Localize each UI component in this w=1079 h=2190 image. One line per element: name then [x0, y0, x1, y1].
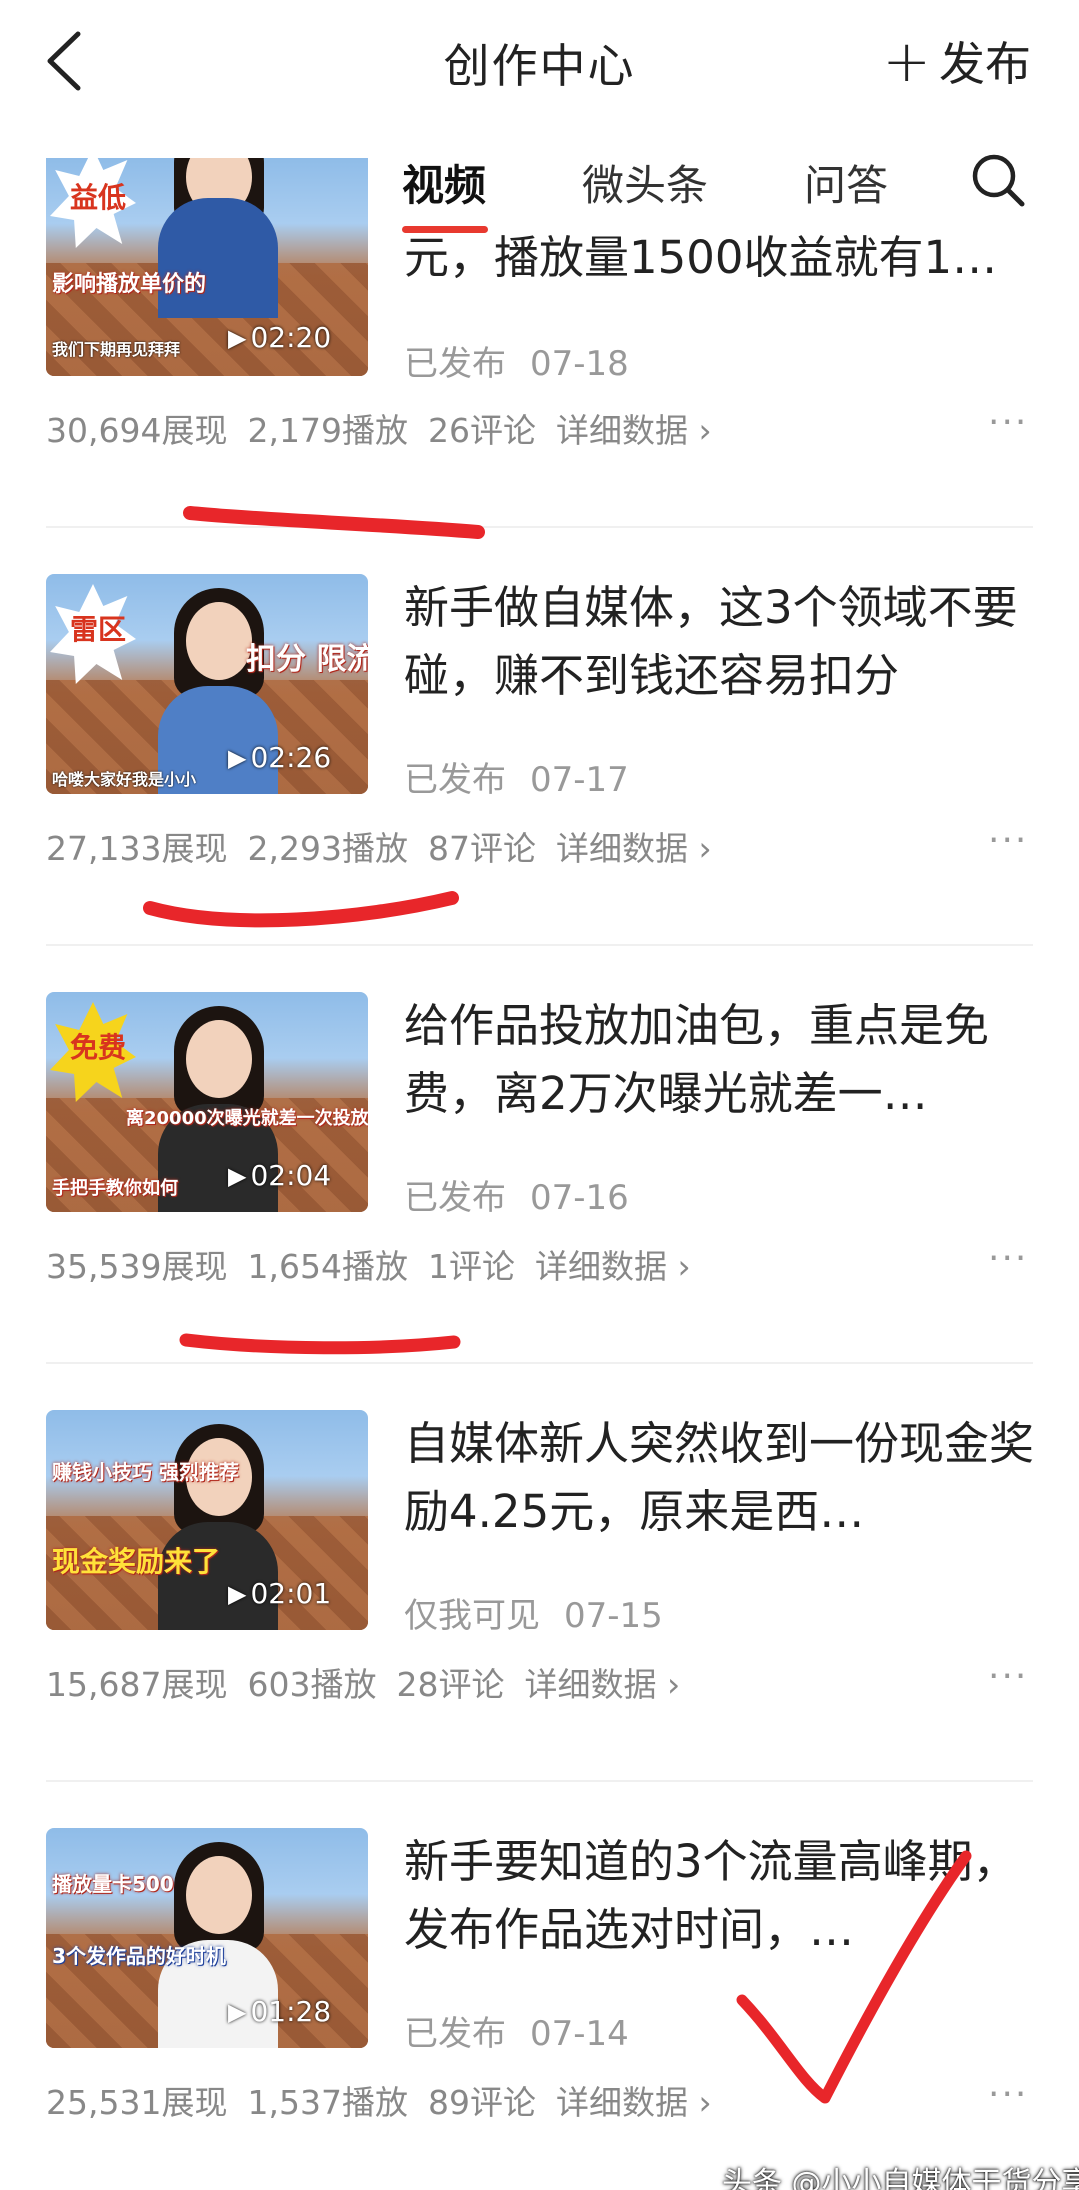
publish-label: 发布 [939, 37, 1031, 91]
impressions: 27,133展现 [46, 829, 228, 868]
more-dots-icon[interactable]: ··· [988, 820, 1028, 861]
video-thumbnail[interactable]: 免费 离20000次曝光就差一次投放 手把手教你如何 ▶ 02:04 [46, 992, 368, 1212]
plays: 2,293播放 [247, 829, 408, 868]
thumbnail-badge: 益低 [70, 181, 127, 214]
comments: 89评论 [427, 2083, 536, 2122]
publish-status: 已发布 [404, 1178, 506, 1218]
play-icon: ▶ [228, 1161, 247, 1190]
video-stats: 15,687展现 603播放 28评论 详细数据 › [46, 1658, 700, 1706]
search-icon[interactable] [970, 152, 1026, 208]
video-meta: 已发布 07-18 [404, 336, 629, 385]
detail-data-link[interactable]: 详细数据 › [556, 829, 712, 868]
divider [46, 1362, 1033, 1364]
thumbnail-subtitle: 我们下期再见拜拜 [52, 340, 181, 359]
red-underline-mark [143, 891, 459, 928]
play-icon: ▶ [228, 743, 247, 772]
thumbnail-caption: 扣分 限流 [246, 642, 368, 677]
thumbnail-badge: 免费 [70, 1031, 127, 1064]
video-stats: 27,133展现 2,293播放 87评论 详细数据 › [46, 822, 732, 870]
video-stats: 25,531展现 1,537播放 89评论 详细数据 › [46, 2076, 732, 2124]
detail-data-link[interactable]: 详细数据 › [524, 1665, 680, 1704]
comments: 28评论 [396, 1665, 505, 1704]
video-title[interactable]: 给作品投放加油包，重点是免费，离2万次曝光就差一… [404, 992, 1034, 1128]
thumbnail-subtitle: 3个发作品的好时机 [52, 1944, 226, 1968]
video-title[interactable]: 元，播放量1500收益就有1… [404, 224, 1034, 292]
video-title[interactable]: 新手做自媒体，这3个领域不要碰，赚不到钱还容易扣分 [404, 574, 1034, 710]
more-dots-icon[interactable]: ··· [988, 402, 1028, 443]
watermark: 头条 @小小自媒体干货分享 [722, 2166, 1079, 2190]
comments: 1评论 [427, 1247, 515, 1286]
plays: 1,537播放 [247, 2083, 408, 2122]
impressions: 25,531展现 [46, 2083, 228, 2122]
thumbnail-caption: 离20000次曝光就差一次投放 [126, 1108, 368, 1129]
video-thumbnail[interactable]: 雷区 扣分 限流 哈喽大家好我是小小 ▶ 02:26 [46, 574, 368, 794]
comments: 26评论 [427, 411, 536, 450]
impressions: 30,694展现 [46, 411, 228, 450]
video-duration: ▶ 02:26 [228, 741, 332, 774]
impressions: 35,539展现 [46, 1247, 228, 1286]
video-stats: 30,694展现 2,179播放 26评论 详细数据 › [46, 404, 732, 452]
play-icon: ▶ [228, 323, 247, 352]
video-meta: 已发布 07-16 [404, 1170, 629, 1219]
thumbnail-subtitle: 哈喽大家好我是小小 [52, 770, 197, 789]
plays: 2,179播放 [247, 411, 408, 450]
video-duration: ▶ 01:28 [228, 1995, 332, 2028]
thumbnail-subtitle: 现金奖励来了 [52, 1545, 221, 1578]
video-duration: ▶ 02:01 [228, 1577, 332, 1610]
thumbnail-caption: 影响播放单价的 [52, 272, 207, 297]
video-title[interactable]: 自媒体新人突然收到一份现金奖励4.25元，原来是西… [404, 1410, 1034, 1546]
tab-micro-headlines[interactable]: 微头条 [582, 152, 708, 213]
publish-date: 07-14 [530, 2014, 629, 2054]
publish-status: 已发布 [404, 344, 506, 384]
play-icon: ▶ [228, 1579, 247, 1608]
detail-data-link[interactable]: 详细数据 › [556, 411, 712, 450]
divider [46, 944, 1033, 946]
video-thumbnail[interactable]: 益低 影响播放单价的 我们下期再见拜拜 ▶ 02:20 [46, 158, 368, 376]
divider [46, 1780, 1033, 1782]
video-thumbnail[interactable]: 播放量卡500 3个发作品的好时机 ▶ 01:28 [46, 1828, 368, 2048]
red-underline-mark [179, 1333, 461, 1355]
publish-date: 07-17 [530, 760, 629, 800]
tab-qa[interactable]: 问答 [804, 152, 888, 213]
publish-status: 已发布 [404, 2014, 506, 2054]
plays: 1,654播放 [247, 1247, 408, 1286]
tab-videos[interactable]: 视频 [402, 152, 486, 213]
impressions: 15,687展现 [46, 1665, 228, 1704]
detail-data-link[interactable]: 详细数据 › [556, 2083, 712, 2122]
play-icon: ▶ [228, 1997, 247, 2026]
thumbnail-caption: 播放量卡500 [52, 1872, 174, 1896]
publish-date: 07-16 [530, 1178, 629, 1218]
publish-button[interactable]: + 发布 [882, 28, 1031, 94]
top-bar: 创作中心 + 发布 [0, 0, 1079, 122]
video-duration: ▶ 02:20 [228, 321, 332, 354]
video-meta: 已发布 07-14 [404, 2006, 629, 2055]
detail-data-link[interactable]: 详细数据 › [535, 1247, 691, 1286]
video-title[interactable]: 新手要知道的3个流量高峰期，发布作品选对时间，… [404, 1828, 1034, 1964]
publish-date: 07-18 [530, 344, 629, 384]
video-thumbnail[interactable]: 赚钱小技巧 强烈推荐 现金奖励来了 ▶ 02:01 [46, 1410, 368, 1630]
video-meta: 已发布 07-17 [404, 752, 629, 801]
more-dots-icon[interactable]: ··· [988, 2074, 1028, 2115]
divider [46, 526, 1033, 528]
thumbnail-badge: 雷区 [70, 613, 127, 646]
video-stats: 35,539展现 1,654播放 1评论 详细数据 › [46, 1240, 711, 1288]
video-meta: 仅我可见 07-15 [404, 1588, 663, 1637]
publish-date: 07-15 [564, 1596, 663, 1636]
plays: 603播放 [247, 1665, 377, 1704]
thumbnail-subtitle: 手把手教你如何 [52, 1178, 178, 1199]
more-dots-icon[interactable]: ··· [988, 1656, 1028, 1697]
red-underline-mark [183, 506, 485, 539]
plus-icon: + [882, 27, 931, 95]
comments: 87评论 [427, 829, 536, 868]
more-dots-icon[interactable]: ··· [988, 1238, 1028, 1279]
publish-status: 仅我可见 [404, 1596, 540, 1636]
video-duration: ▶ 02:04 [228, 1159, 332, 1192]
publish-status: 已发布 [404, 760, 506, 800]
thumbnail-caption: 赚钱小技巧 强烈推荐 [52, 1460, 239, 1484]
